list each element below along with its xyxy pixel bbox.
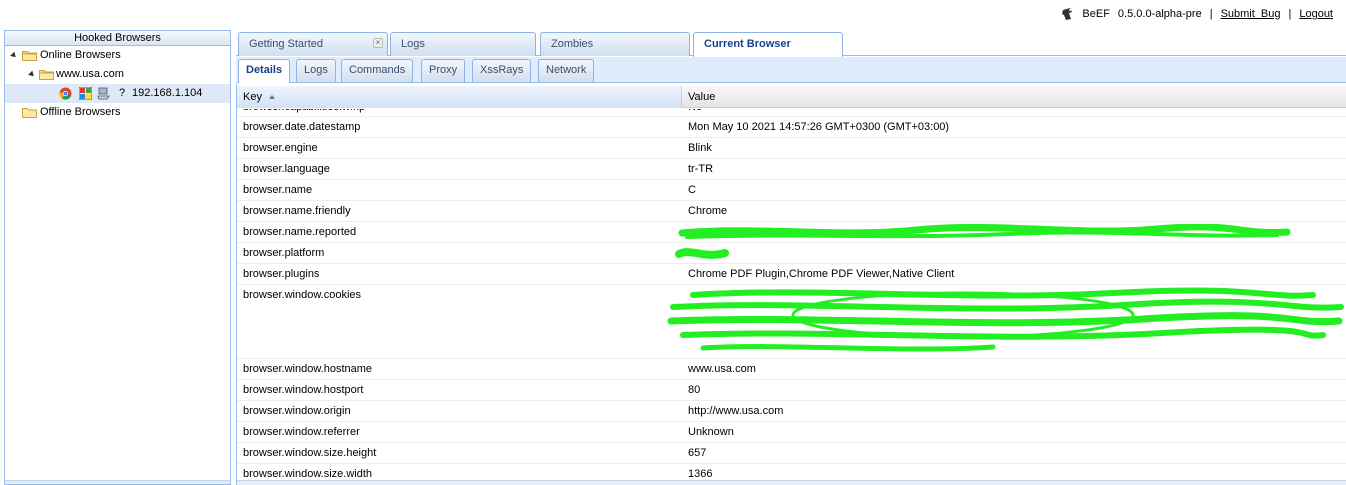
table-row[interactable]: browser.plugins Chrome PDF Plugin,Chrome…: [237, 264, 1346, 285]
tree-node-online-browsers[interactable]: Online Browsers: [5, 46, 230, 65]
top-bar: BeEF 0.5.0.0-alpha-pre | Submit Bug | Lo…: [0, 0, 1346, 30]
table-row[interactable]: browser.language tr-TR: [237, 159, 1346, 180]
tree-node-domain[interactable]: www.usa.com: [5, 65, 230, 84]
row-key: browser.platform: [243, 247, 325, 259]
column-header-key[interactable]: Key: [237, 86, 682, 108]
table-row[interactable]: browser.name.friendly Chrome: [237, 201, 1346, 222]
tab-zombies[interactable]: Zombies: [540, 32, 690, 56]
table-row[interactable]: browser.name.reported: [237, 222, 1346, 243]
row-value: Chrome: [688, 205, 728, 217]
row-key: browser.window.hostname: [243, 363, 373, 375]
tab-label: Zombies: [551, 38, 594, 50]
tab-label: Getting Started: [249, 38, 323, 50]
row-value: tr-TR: [688, 163, 714, 175]
redaction-scribble: [678, 224, 1291, 239]
tab-xssrays[interactable]: XssRays: [472, 59, 532, 82]
table-row[interactable]: browser.window.size.height 657: [237, 443, 1346, 464]
row-key: browser.window.referrer: [243, 426, 360, 438]
details-grid: Key Value browser.capabilities.wmp No br…: [236, 84, 1346, 485]
panel-footer: [5, 480, 230, 484]
table-row[interactable]: browser.platform: [237, 243, 1346, 264]
tab-details[interactable]: Details: [238, 59, 291, 83]
row-key: browser.name.reported: [243, 226, 357, 238]
row-key: browser.plugins: [243, 268, 320, 280]
tree-node-offline-browsers[interactable]: Offline Browsers: [5, 103, 230, 122]
row-key: browser.name: [243, 184, 313, 196]
folder-open-icon: [39, 70, 54, 80]
sort-asc-icon: [269, 95, 276, 100]
computer-icon: [97, 87, 110, 100]
tab-logs[interactable]: Logs: [390, 32, 536, 56]
unknown-icon: ?: [119, 87, 126, 99]
tree-label-online: Online Browsers: [40, 49, 121, 61]
chrome-icon: [59, 87, 72, 100]
hooked-browsers-panel: Hooked Browsers Online Browsers www.usa.…: [4, 30, 231, 485]
table-row[interactable]: browser.window.origin http://www.usa.com: [237, 401, 1346, 422]
tab-proxy[interactable]: Proxy: [421, 59, 466, 82]
row-key: browser.window.cookies: [243, 289, 362, 301]
row-value: 80: [688, 384, 701, 396]
submit-bug-link[interactable]: Submit Bug: [1221, 8, 1281, 20]
table-row[interactable]: browser.window.hostname www.usa.com: [237, 359, 1346, 380]
row-value: www.usa.com: [688, 363, 756, 375]
panel-title: Hooked Browsers: [5, 31, 230, 46]
folder-icon: [22, 108, 37, 118]
expand-triangle-icon[interactable]: [28, 70, 36, 79]
folder-open-icon: [22, 51, 37, 61]
table-row[interactable]: browser.name C: [237, 180, 1346, 201]
row-key: browser.window.origin: [243, 405, 351, 417]
tab-current-browser[interactable]: Current Browser: [693, 32, 843, 57]
row-value: http://www.usa.com: [688, 405, 784, 417]
redaction-scribble: [667, 287, 1344, 352]
app-version: 0.5.0.0-alpha-pre: [1117, 8, 1202, 20]
logout-link[interactable]: Logout: [1299, 8, 1333, 20]
table-row[interactable]: browser.date.datestamp Mon May 10 2021 1…: [237, 117, 1346, 138]
row-key: browser.window.size.height: [243, 447, 377, 459]
tab-commands[interactable]: Commands: [341, 59, 414, 82]
table-row[interactable]: browser.capabilities.wmp No: [237, 109, 1346, 117]
table-row[interactable]: browser.window.referrer Unknown: [237, 422, 1346, 443]
row-value: 657: [688, 447, 707, 459]
sub-tab-bar: Details Logs Commands Proxy XssRays Netw…: [236, 57, 1346, 83]
tab-network[interactable]: Network: [538, 59, 595, 82]
table-row[interactable]: browser.engine Blink: [237, 138, 1346, 159]
row-value: Mon May 10 2021 14:57:26 GMT+0300 (GMT+0…: [688, 121, 950, 133]
column-header-value[interactable]: Value: [683, 86, 1346, 108]
close-icon[interactable]: ×: [373, 38, 383, 48]
row-value: Unknown: [688, 426, 734, 438]
row-key: browser.engine: [243, 142, 318, 154]
redaction-scribble: [675, 248, 729, 259]
grid-footer: [237, 480, 1346, 485]
grid-header: Key Value: [237, 86, 1346, 108]
tree-label-domain: www.usa.com: [56, 68, 124, 80]
row-key: browser.name.friendly: [243, 205, 351, 217]
table-row[interactable]: browser.window.cookies: [237, 285, 1346, 359]
tab-logs-sub[interactable]: Logs: [296, 59, 336, 82]
table-row[interactable]: browser.window.hostport 80: [237, 380, 1346, 401]
tree-label-offline: Offline Browsers: [40, 106, 121, 118]
separator: |: [1209, 8, 1213, 20]
row-value: Blink: [688, 142, 712, 154]
app-name: BeEF: [1082, 8, 1110, 20]
row-key: browser.date.datestamp: [243, 121, 361, 133]
header-links: BeEF 0.5.0.0-alpha-pre | Submit Bug | Lo…: [1060, 7, 1333, 21]
main-tab-bar: Getting Started × Logs Zombies Current B…: [236, 32, 1346, 57]
tab-label: Current Browser: [704, 38, 791, 50]
row-value: C: [688, 184, 696, 196]
row-key: browser.capabilities.wmp: [243, 109, 365, 116]
tab-getting-started[interactable]: Getting Started ×: [238, 32, 388, 56]
row-value: No: [688, 109, 702, 116]
beef-logo-icon: [1062, 8, 1073, 20]
windows-icon: [79, 87, 92, 100]
row-key: browser.language: [243, 163, 330, 175]
column-header-label: Key: [243, 91, 262, 103]
tab-label: Logs: [401, 38, 425, 50]
tree-node-hooked-host[interactable]: ? 192.168.1.104: [5, 84, 230, 103]
tree-label-host: 192.168.1.104: [132, 87, 203, 99]
separator: |: [1288, 8, 1292, 20]
expand-triangle-icon[interactable]: [10, 51, 18, 60]
row-key: browser.window.hostport: [243, 384, 364, 396]
grid-rows: browser.capabilities.wmp No browser.date…: [237, 109, 1346, 485]
row-value: Chrome PDF Plugin,Chrome PDF Viewer,Nati…: [688, 268, 955, 280]
